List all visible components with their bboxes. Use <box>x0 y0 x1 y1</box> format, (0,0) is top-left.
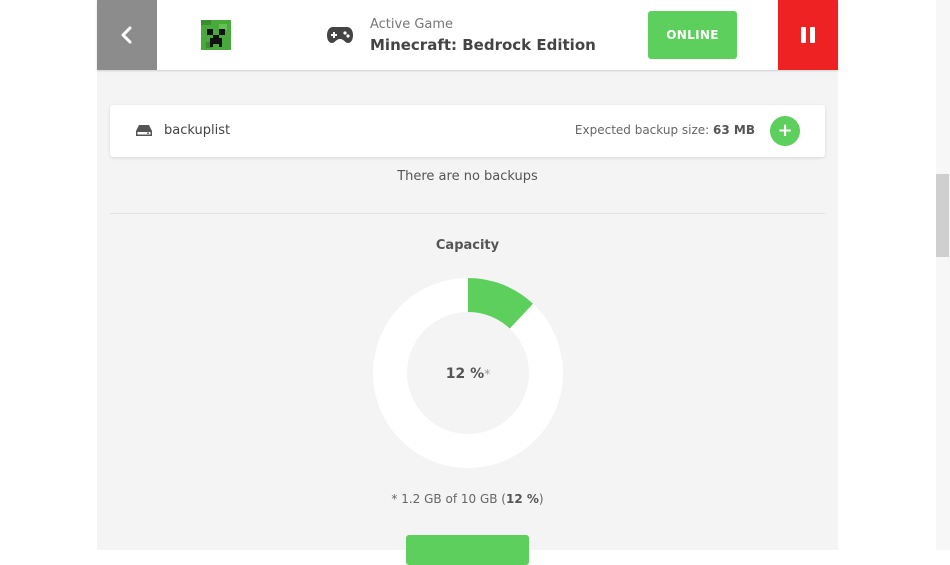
capacity-note: * 1.2 GB of 10 GB (12 %) <box>110 492 825 506</box>
add-backup-button[interactable]: + <box>770 116 800 146</box>
hard-drive-icon <box>136 125 152 136</box>
scrollbar[interactable] <box>936 0 950 550</box>
creeper-icon <box>201 20 231 50</box>
capacity-title: Capacity <box>435 238 500 253</box>
active-game-label: Active Game <box>370 17 454 32</box>
backup-list-card: backuplist Expected backup size: 63 MB + <box>110 105 825 157</box>
back-button[interactable] <box>97 0 157 70</box>
game-name: Minecraft: Bedrock Edition <box>370 36 596 54</box>
scrollbar-thumb[interactable] <box>936 174 949 257</box>
capacity-note-prefix: * 1.2 GB of 10 GB ( <box>391 492 506 506</box>
backup-list-name: backuplist <box>164 123 231 138</box>
gamepad-icon <box>327 27 353 43</box>
stop-server-button[interactable] <box>778 0 838 70</box>
capacity-note-percent: 12 % <box>505 492 539 506</box>
pause-icon <box>801 27 815 43</box>
expected-backup-size: Expected backup size: 63 MB <box>575 123 755 137</box>
expected-size-label: Expected backup size: <box>574 123 710 137</box>
no-backups-message: There are no backups <box>397 169 538 184</box>
status-online-button[interactable]: ONLINE <box>648 11 737 59</box>
server-header: Active Game Minecraft: Bedrock Edition O… <box>97 0 838 70</box>
capacity-note-suffix: ) <box>538 492 544 506</box>
capacity-donut: 12 %* <box>373 278 563 468</box>
expected-size-value: 63 MB <box>713 123 755 137</box>
plus-icon: + <box>777 120 793 141</box>
bottom-action-button[interactable] <box>406 535 529 565</box>
divider <box>110 213 825 214</box>
capacity-percent-label: 12 %* <box>446 366 490 382</box>
chevron-left-icon <box>121 26 132 44</box>
